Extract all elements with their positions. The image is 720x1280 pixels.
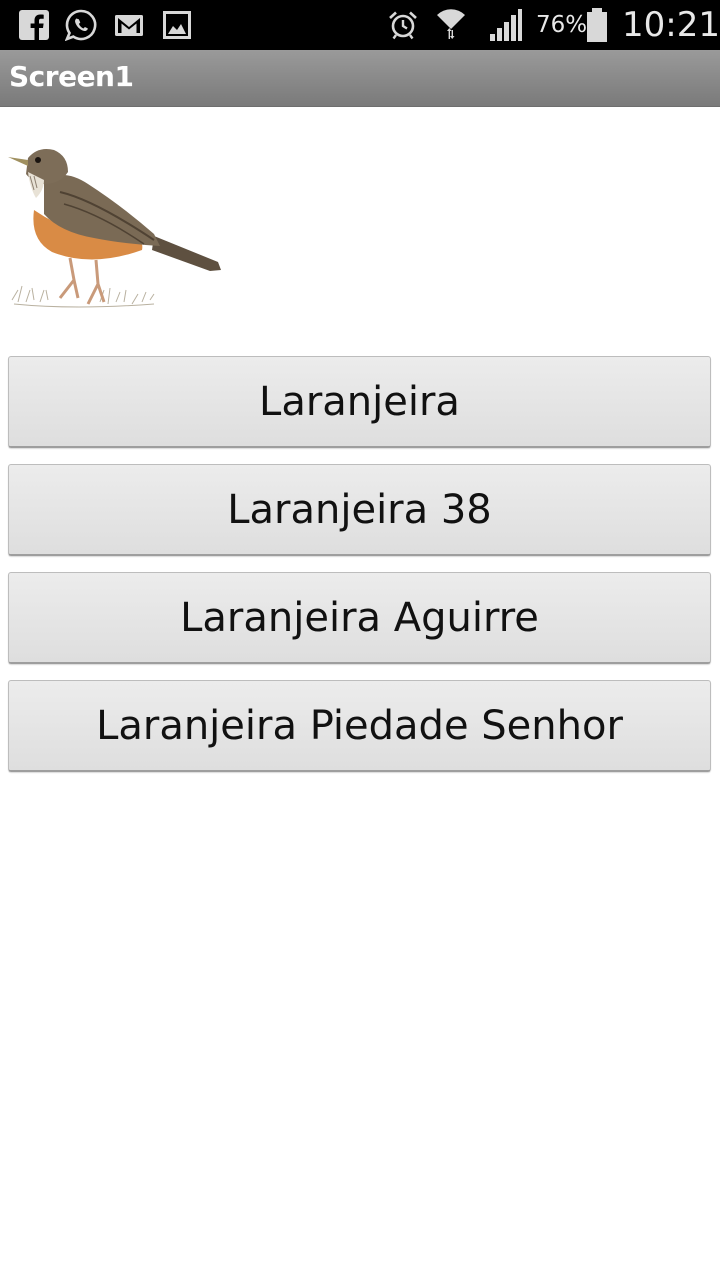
- battery-percent: 76%: [536, 12, 588, 38]
- status-bar: 76% 10:21: [0, 0, 720, 50]
- battery-icon: [587, 8, 607, 42]
- alarm-icon: [389, 11, 417, 40]
- screen-title: Screen1: [9, 60, 134, 93]
- laranjeira-aguirre-button[interactable]: Laranjeira Aguirre: [8, 572, 711, 664]
- wifi-icon: [437, 9, 465, 39]
- title-bar: Screen1: [0, 50, 720, 107]
- gmail-icon: [115, 15, 143, 36]
- whatsapp-icon: [65, 9, 97, 41]
- laranjeira-38-button[interactable]: Laranjeira 38: [8, 464, 711, 556]
- gallery-icon: [163, 11, 191, 39]
- laranjeira-button[interactable]: Laranjeira: [8, 356, 711, 448]
- facebook-icon: [19, 10, 49, 40]
- laranjeira-piedade-senhor-button[interactable]: Laranjeira Piedade Senhor: [8, 680, 711, 772]
- signal-icon: [490, 9, 522, 41]
- clock: 10:21: [622, 5, 720, 45]
- bird-image: [8, 149, 221, 308]
